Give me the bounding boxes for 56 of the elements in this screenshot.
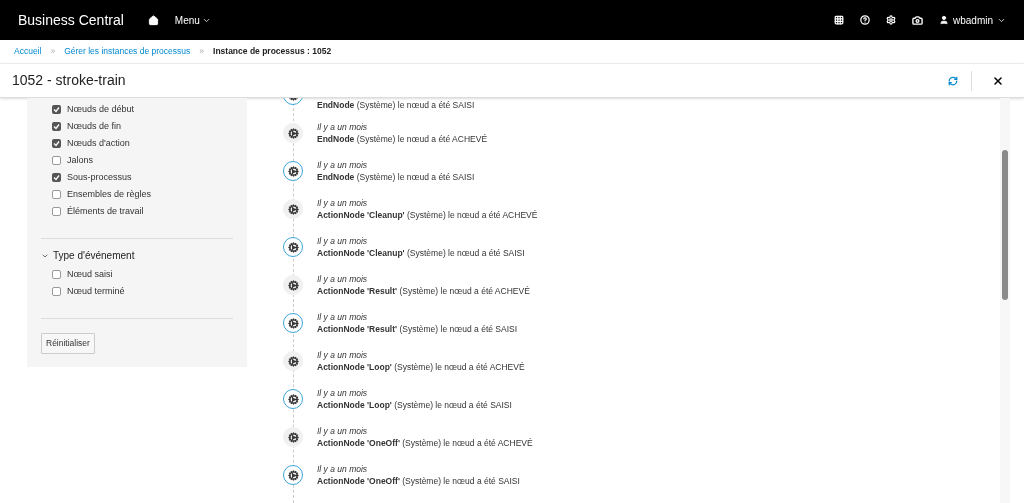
- user-menu[interactable]: wbadmin: [938, 12, 1006, 28]
- checkbox[interactable]: [52, 156, 61, 165]
- event-time: Il y a un mois: [317, 121, 369, 133]
- settings-icon[interactable]: [885, 15, 896, 25]
- checkbox-label: Éléments de travail: [67, 204, 144, 218]
- event-time: Il y a un mois: [317, 387, 369, 399]
- camera-icon[interactable]: [911, 14, 923, 26]
- event-description: EndNode (Système) le nœud a été SAISI: [317, 99, 475, 111]
- brand[interactable]: Business Central: [18, 9, 124, 31]
- event-time: Il y a un mois: [317, 311, 369, 323]
- event-description: ActionNode 'Cleanup' (Système) le nœud a été ACHEVÉ: [317, 209, 538, 221]
- event-time: Il y a un mois: [317, 159, 369, 171]
- event-time: Il y a un mois: [317, 273, 369, 285]
- checkbox[interactable]: [52, 207, 61, 216]
- breadcrumb-separator: »: [199, 45, 205, 58]
- checkbox[interactable]: [52, 190, 61, 199]
- breadcrumb-link[interactable]: Accueil: [14, 45, 42, 58]
- event-description: ActionNode 'Cleanup' (Système) le nœud a été SAISI: [317, 247, 525, 259]
- checkbox-label: Ensembles de règles: [67, 187, 152, 201]
- page-title: 1052 - stroke-train: [12, 71, 126, 90]
- breadcrumb-separator: »: [50, 45, 56, 58]
- scrollbar-thumb[interactable]: [1002, 150, 1008, 300]
- reset-button[interactable]: Réinitialiser: [41, 333, 95, 354]
- event-time: Il y a un mois: [317, 463, 369, 475]
- checkbox[interactable]: [52, 270, 61, 279]
- checkbox-label: Nœud terminé: [67, 284, 125, 298]
- breadcrumb-current: Instance de processus : 1052: [213, 45, 332, 58]
- apps-grid-icon[interactable]: [833, 15, 844, 25]
- section-toggle[interactable]: Type d'événement: [41, 248, 135, 263]
- refresh-icon[interactable]: [948, 75, 958, 86]
- close-icon[interactable]: [992, 74, 1004, 87]
- checkbox-label: Jalons: [67, 153, 93, 167]
- event-description: ActionNode 'Result' (Système) le nœud a été ACHEVÉ: [317, 285, 530, 297]
- event-time: Il y a un mois: [317, 349, 369, 361]
- help-icon[interactable]: [859, 15, 870, 25]
- user-icon: [938, 15, 949, 25]
- checkbox-label: Sous-processus: [67, 170, 132, 184]
- event-description: EndNode (Système) le nœud a été SAISI: [317, 171, 475, 183]
- event-time: Il y a un mois: [317, 197, 369, 209]
- event-description: ActionNode 'Result' (Système) le nœud a été SAISI: [317, 323, 518, 335]
- checkbox-label: Nœuds de début: [67, 102, 135, 116]
- scrollbar[interactable]: [1000, 98, 1010, 503]
- event-description: ActionNode 'OneOff' (Système) le nœud a été ACHEVÉ: [317, 437, 533, 449]
- breadcrumb-link[interactable]: Gérer les instances de processus: [64, 45, 191, 58]
- checkbox-label: Nœuds de fin: [67, 119, 122, 133]
- checkbox-label: Nœuds d'action: [67, 136, 130, 150]
- event-description: ActionNode 'Loop' (Système) le nœud a été ACHEVÉ: [317, 361, 525, 373]
- event-description: ActionNode 'OneOff' (Système) le nœud a été SAISI: [317, 475, 520, 487]
- event-description: ActionNode 'Loop' (Système) le nœud a été SAISI: [317, 399, 512, 411]
- checkbox-label: Nœud saisi: [67, 267, 113, 281]
- checkbox[interactable]: [52, 287, 61, 296]
- event-time: Il y a un mois: [317, 425, 369, 437]
- event-time: Il y a un mois: [317, 235, 369, 247]
- event-description: EndNode (Système) le nœud a été ACHEVÉ: [317, 133, 488, 145]
- menu-dropdown[interactable]: Menu: [174, 12, 211, 28]
- home-icon[interactable]: [147, 14, 159, 26]
